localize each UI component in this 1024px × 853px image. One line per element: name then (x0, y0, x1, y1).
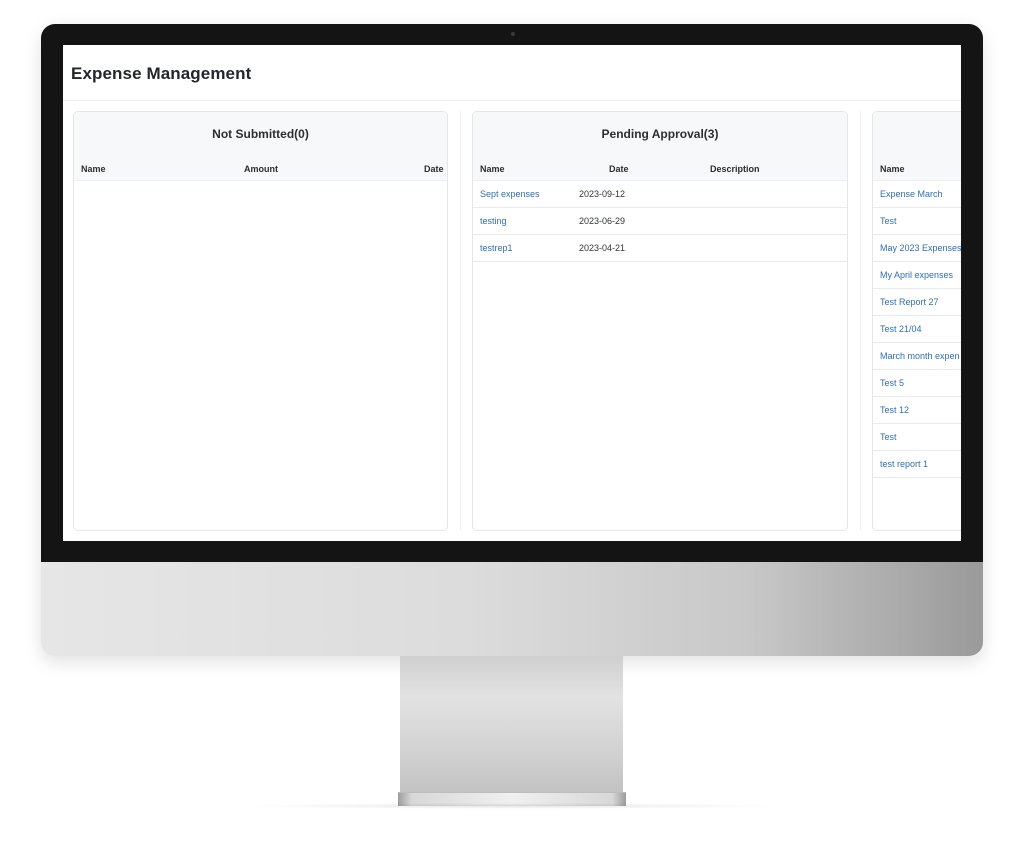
report-date: 2023-09-12 (579, 189, 626, 199)
report-name-link[interactable]: Sept expenses (480, 189, 540, 199)
report-name-link[interactable]: Expense March (880, 189, 943, 199)
table-row[interactable]: Expense March (873, 181, 961, 208)
table-row[interactable]: Test (873, 208, 961, 235)
not-submitted-title: Not Submitted(0) (212, 127, 309, 141)
report-name-link[interactable]: Test 21/04 (880, 324, 922, 334)
stand-shadow (236, 803, 788, 809)
table-row[interactable]: My April expenses (873, 262, 961, 289)
table-row[interactable]: Sept expenses 2023-09-12 (473, 181, 847, 208)
panel-header: Pending Approval(3) Name Date Descriptio… (473, 112, 847, 181)
panel-header: Not Submitted(0) Name Amount Date (74, 112, 447, 181)
panel-divider (860, 111, 861, 531)
table-row[interactable]: Test 21/04 (873, 316, 961, 343)
monitor-chin (41, 562, 983, 656)
app-header: Expense Management (63, 45, 961, 101)
table-row[interactable]: Test (873, 424, 961, 451)
report-name-link[interactable]: My April expenses (880, 270, 953, 280)
pending-approval-title: Pending Approval(3) (601, 127, 719, 141)
table-row[interactable]: testrep1 2023-04-21 (473, 235, 847, 262)
column-header-description: Description (710, 164, 760, 174)
table-row[interactable]: March month expen (873, 343, 961, 370)
report-name-link[interactable]: testrep1 (480, 243, 513, 253)
report-name-link[interactable]: test report 1 (880, 459, 928, 469)
approved-reports-panel: Name Expense March Test May 2023 Expense… (872, 111, 961, 531)
monitor-stand (400, 656, 623, 792)
report-name-link[interactable]: Test (880, 216, 897, 226)
column-header-amount: Amount (244, 164, 278, 174)
report-name-link[interactable]: Test 12 (880, 405, 909, 415)
not-submitted-panel: Not Submitted(0) Name Amount Date (73, 111, 448, 531)
panel-divider (460, 111, 461, 531)
table-row[interactable]: May 2023 Expenses (873, 235, 961, 262)
column-header-date: Date (424, 164, 444, 174)
table-row[interactable]: Test 12 (873, 397, 961, 424)
column-header-name: Name (880, 164, 905, 174)
table-row[interactable]: Test Report 27 (873, 289, 961, 316)
column-header-name: Name (480, 164, 505, 174)
camera-icon (511, 32, 515, 36)
table-row[interactable]: test report 1 (873, 451, 961, 478)
report-name-link[interactable]: Test Report 27 (880, 297, 939, 307)
report-name-link[interactable]: testing (480, 216, 507, 226)
table-row[interactable]: Test 5 (873, 370, 961, 397)
screen: Expense Management Not Submitted(0) Name… (63, 45, 961, 541)
report-name-link[interactable]: Test 5 (880, 378, 904, 388)
report-date: 2023-06-29 (579, 216, 626, 226)
pending-approval-panel: Pending Approval(3) Name Date Descriptio… (472, 111, 848, 531)
panel-header: Name (873, 112, 961, 181)
report-date: 2023-04-21 (579, 243, 626, 253)
report-name-link[interactable]: May 2023 Expenses (880, 243, 961, 253)
report-name-link[interactable]: March month expen (880, 351, 960, 361)
page-title: Expense Management (71, 64, 252, 83)
column-header-name: Name (81, 164, 106, 174)
table-row[interactable]: testing 2023-06-29 (473, 208, 847, 235)
report-name-link[interactable]: Test (880, 432, 897, 442)
column-header-date: Date (609, 164, 629, 174)
